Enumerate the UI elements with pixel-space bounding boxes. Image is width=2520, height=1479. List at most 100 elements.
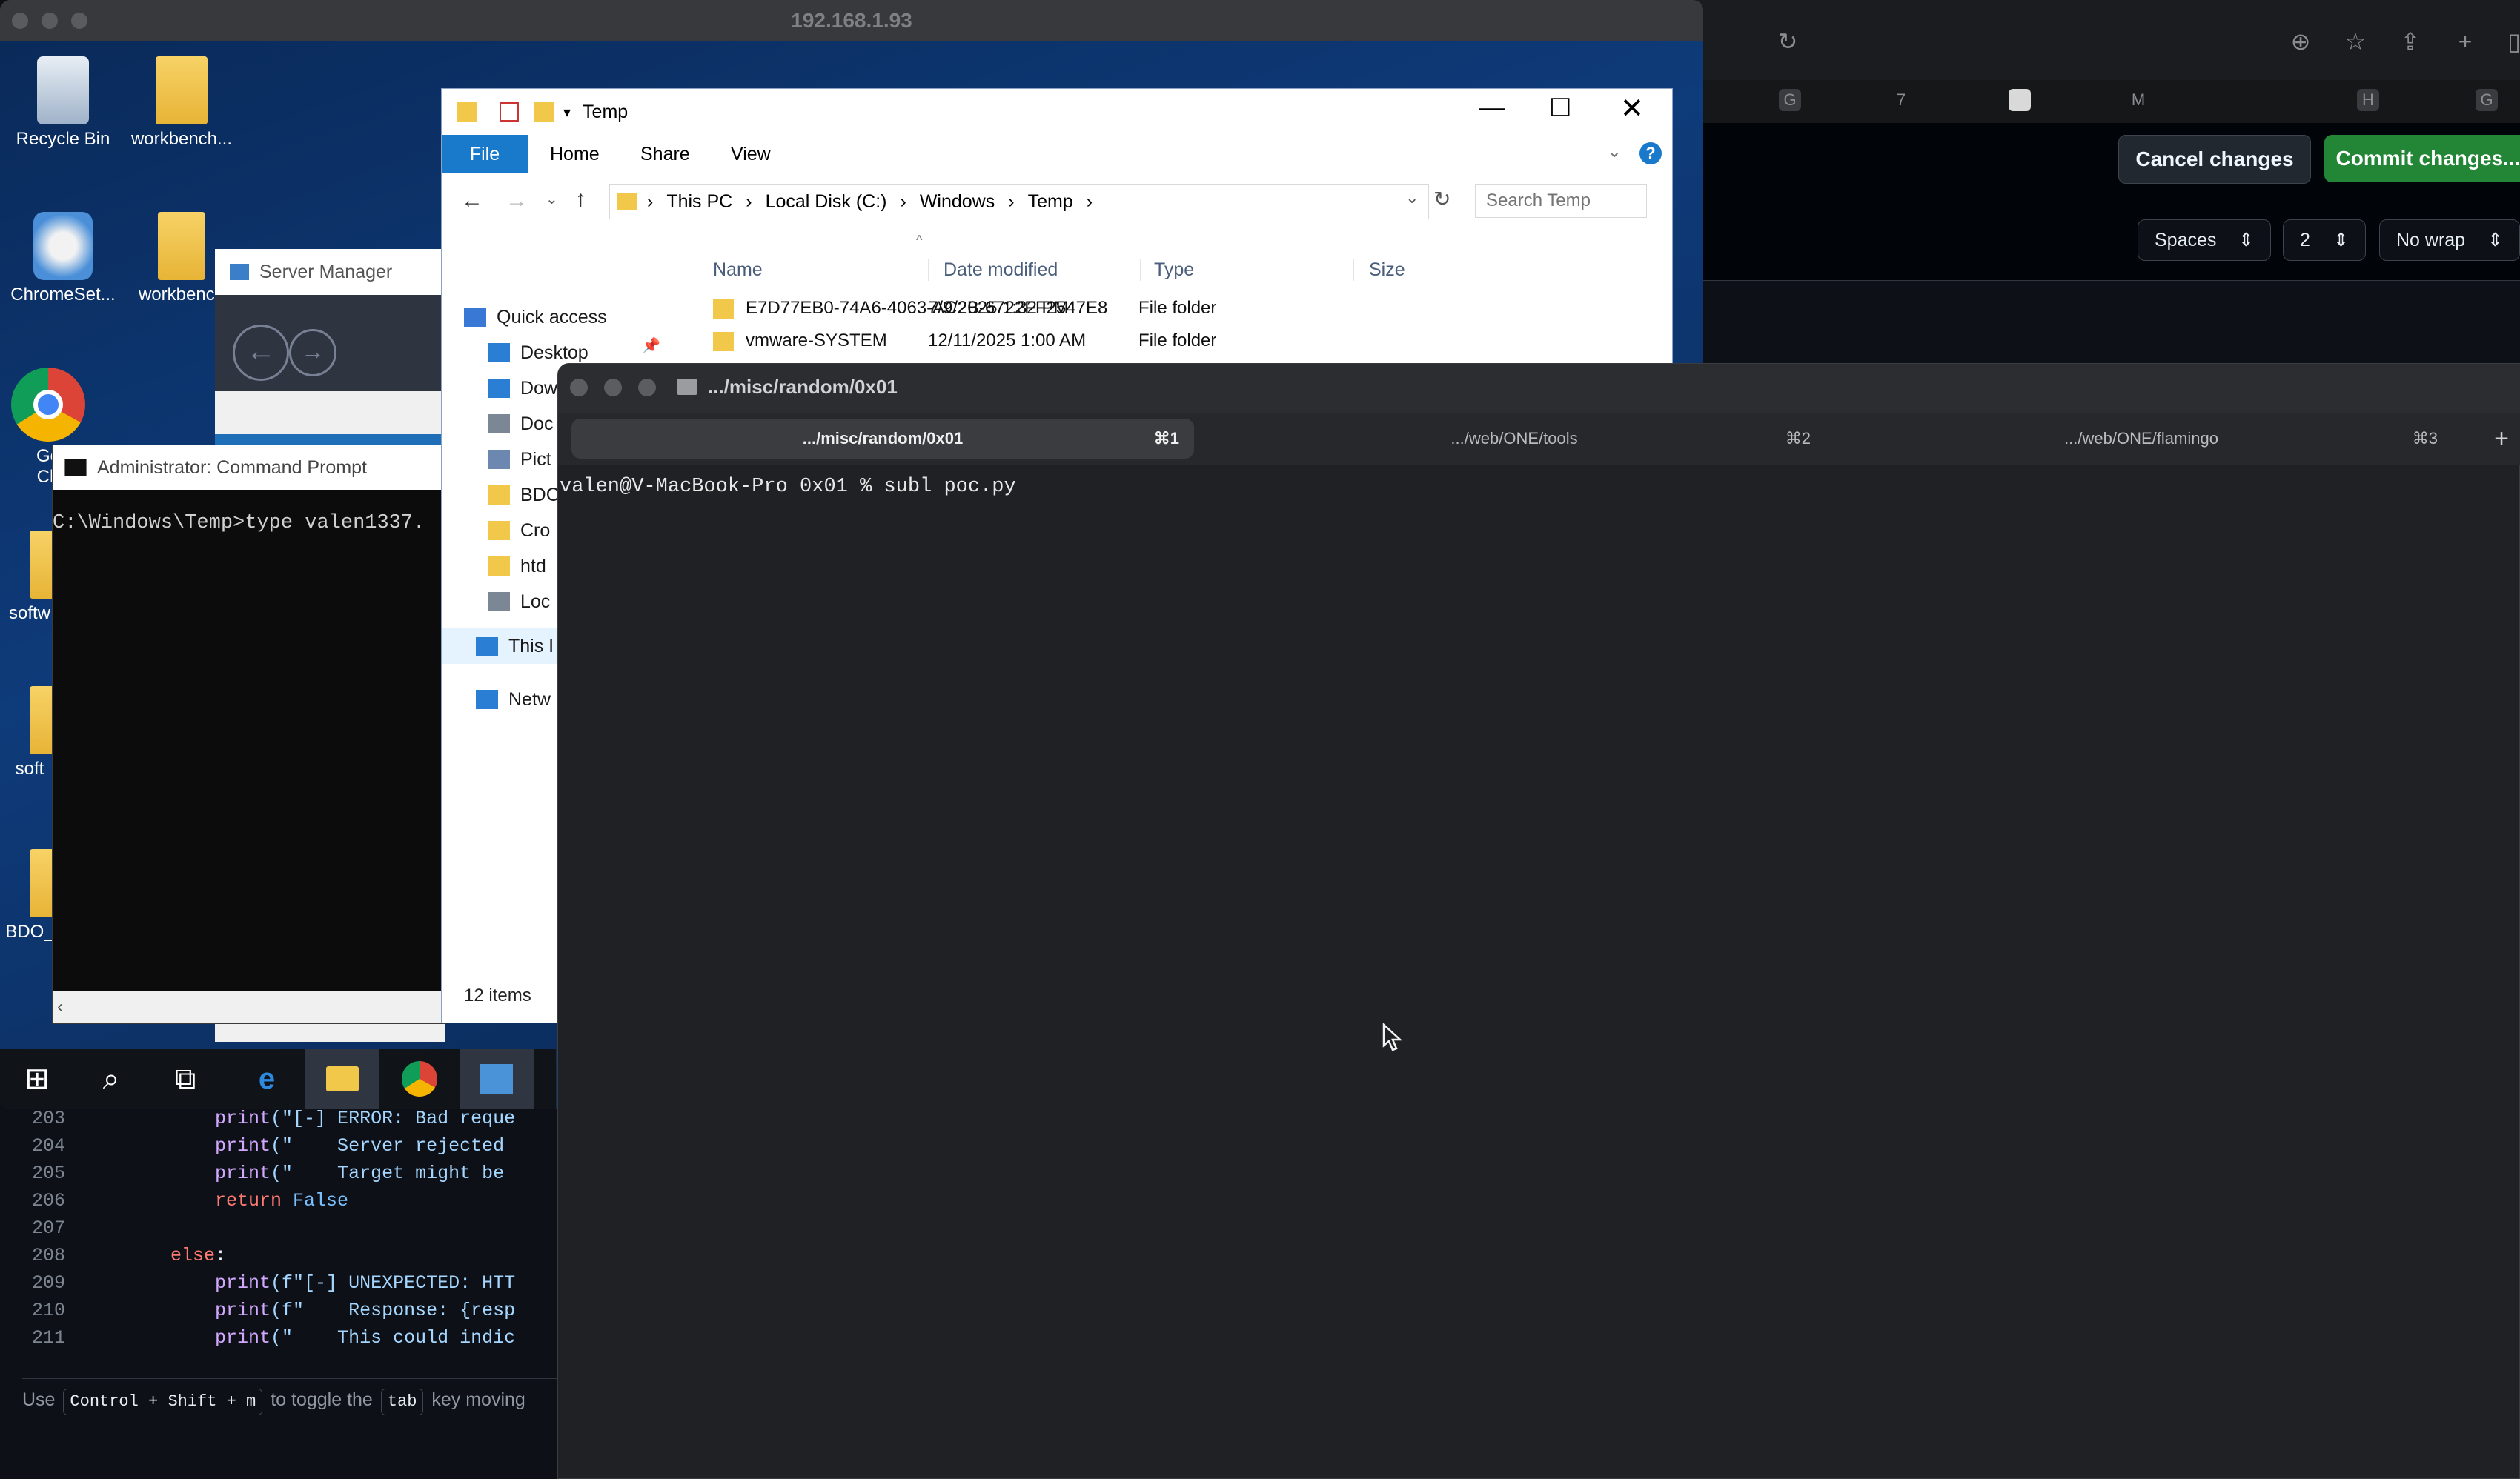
terminal-tab-3[interactable]: .../web/ONE/flamingo ⌘3	[1830, 419, 2453, 459]
desktop-icon	[488, 343, 510, 362]
fullscreen-icon[interactable]	[638, 379, 656, 396]
address-bar[interactable]: › This PC › Local Disk (C:) › Windows › …	[609, 184, 1429, 219]
nav-item[interactable]: htd	[488, 548, 546, 584]
close-icon[interactable]	[12, 13, 28, 29]
nav-item[interactable]: Quick access	[464, 299, 607, 335]
line-number: 203	[31, 1108, 65, 1129]
chrome-taskbar-icon[interactable]	[382, 1049, 457, 1109]
nav-item[interactable]: Cro	[488, 513, 550, 548]
cmd-title-bar: Administrator: Command Prompt	[53, 445, 445, 490]
terminal-prompt-line[interactable]: valen@V-MacBook-Pro 0x01 % subl poc.py	[558, 465, 2487, 509]
minimize-icon[interactable]: —	[1479, 93, 1505, 122]
table-row[interactable]: E7D77EB0-74A6-4063-AC2B-6722FF2547E8 7/9/…	[694, 293, 1672, 326]
column-size[interactable]: Size	[1353, 259, 1405, 281]
nav-item-label: Doc	[520, 413, 554, 434]
star-icon[interactable]: ☆	[2339, 25, 2372, 58]
browser-tab-3[interactable]	[2009, 89, 2031, 111]
nav-item[interactable]: Doc	[488, 406, 553, 442]
close-icon[interactable]	[570, 379, 588, 396]
wrap-mode-select[interactable]: No wrap ⇕	[2379, 219, 2520, 261]
desktop-icon-bdo[interactable]: BDO_	[0, 849, 59, 943]
folder-icon	[488, 485, 510, 505]
recent-locations-icon[interactable]: ⌄	[546, 190, 558, 208]
line-number: 209	[31, 1272, 65, 1294]
windows-start-icon[interactable]: ⊞	[0, 1049, 74, 1109]
terminal-tab-1[interactable]: .../misc/random/0x01 ⌘1	[571, 419, 1194, 459]
forward-arrow-icon[interactable]: →	[289, 329, 336, 376]
breadcrumb-temp[interactable]: Temp	[1028, 191, 1073, 213]
browser-tab-5[interactable]	[2246, 89, 2268, 111]
nav-item[interactable]: Loc	[488, 584, 550, 619]
browser-tab-2[interactable]: 7	[1890, 89, 1912, 111]
desktop-icon-workbench-zip[interactable]: workbench...	[119, 56, 245, 150]
terminal-title: .../misc/random/0x01	[708, 376, 898, 398]
folder-icon	[677, 379, 697, 395]
nav-item[interactable]: BDC	[488, 477, 560, 513]
customize-qat-icon[interactable]: ▾	[563, 103, 571, 122]
table-row[interactable]: vmware-SYSTEM 12/11/2025 1:00 AM File fold…	[694, 326, 1672, 359]
breadcrumb-windows[interactable]: Windows	[920, 191, 995, 213]
browser-tab-4[interactable]: M	[2127, 89, 2149, 111]
close-icon[interactable]: ✕	[1620, 92, 1644, 125]
minimize-icon[interactable]	[42, 13, 58, 29]
server-manager-taskbar-icon[interactable]	[460, 1049, 534, 1109]
column-date-modified[interactable]: Date modified	[928, 259, 1058, 281]
file-explorer-taskbar-icon[interactable]	[305, 1049, 379, 1109]
sidebar-icon[interactable]: ▯	[2498, 25, 2520, 58]
column-name[interactable]: Name	[713, 259, 763, 281]
pin-icon[interactable]: 📌	[642, 336, 660, 355]
task-view-icon[interactable]: ⧉	[148, 1049, 222, 1109]
vm-title-bar: 192.168.1.93	[0, 0, 1703, 41]
code-editor[interactable]: 203 print("[-] ERROR: Bad reque 204 print…	[0, 1104, 563, 1479]
browser-tab-6[interactable]: H	[2357, 89, 2379, 111]
code-line: 207	[0, 1214, 563, 1243]
address-dropdown-icon[interactable]: ⌄	[1405, 188, 1419, 207]
browser-tab-1[interactable]: G	[1779, 89, 1801, 111]
new-tab-icon[interactable]: +	[2449, 25, 2481, 58]
reload-icon[interactable]: ↻	[1771, 25, 1804, 58]
desktop-icon-software-2[interactable]: soft	[0, 686, 59, 780]
desktop-icon-software-1[interactable]: softw	[0, 531, 59, 624]
breadcrumb-local-disk[interactable]: Local Disk (C:)	[766, 191, 887, 213]
terminal-tab-2[interactable]: .../web/ONE/tools ⌘2	[1203, 419, 1826, 459]
commit-changes-button[interactable]: Commit changes...	[2324, 135, 2520, 182]
new-tab-button[interactable]: +	[2487, 420, 2516, 457]
up-arrow-icon[interactable]: ↑	[575, 187, 586, 212]
ribbon-expand-icon[interactable]: ⌄	[1607, 141, 1622, 162]
internet-explorer-icon[interactable]: e	[230, 1049, 304, 1109]
explorer-title-bar: ▾ Temp — ☐ ✕	[442, 89, 1672, 135]
share-icon[interactable]: ⇪	[2394, 25, 2427, 58]
browser-tab-7[interactable]: G	[2476, 89, 2498, 111]
breadcrumb-this-pc[interactable]: This PC	[666, 191, 732, 213]
ribbon-tab-share[interactable]: Share	[640, 144, 690, 165]
indent-size-select[interactable]: 2 ⇕	[2283, 219, 2366, 261]
code-line: 209 print(f"[-] UNEXPECTED: HTT	[0, 1269, 563, 1298]
back-arrow-icon[interactable]: ←	[461, 188, 483, 213]
recycle-bin-icon	[37, 56, 89, 124]
desktop-icon-recycle-bin[interactable]: Recycle Bin	[0, 56, 126, 150]
refresh-icon[interactable]: ↻	[1433, 187, 1450, 211]
ribbon-tab-file[interactable]: File	[442, 135, 528, 173]
cmd-horizontal-scrollbar[interactable]: ‹	[53, 991, 445, 1023]
ribbon-tab-view[interactable]: View	[731, 144, 771, 165]
cancel-changes-button[interactable]: Cancel changes	[2118, 135, 2311, 184]
search-input[interactable]	[1475, 184, 1647, 218]
column-type[interactable]: Type	[1140, 259, 1194, 281]
fullscreen-icon[interactable]	[71, 13, 87, 29]
ribbon-tab-home[interactable]: Home	[550, 144, 600, 165]
nav-item[interactable]: Netw	[476, 682, 551, 717]
indent-mode-select[interactable]: Spaces ⇕	[2138, 219, 2271, 261]
properties-icon[interactable]	[500, 102, 519, 122]
maximize-icon[interactable]: ☐	[1549, 93, 1571, 123]
new-folder-icon[interactable]	[534, 102, 554, 122]
scroll-left-icon[interactable]: ‹	[57, 997, 63, 1017]
download-icon[interactable]: ⊕	[2284, 25, 2317, 58]
forward-arrow-icon[interactable]: →	[505, 188, 528, 213]
back-arrow-icon[interactable]: ←	[233, 325, 289, 381]
search-icon[interactable]: ⌕	[74, 1049, 148, 1109]
minimize-icon[interactable]	[604, 379, 622, 396]
desktop-icon-chrome-setup[interactable]: ChromeSet...	[0, 212, 126, 305]
help-icon[interactable]: ?	[1639, 142, 1662, 164]
cell-date: 7/9/2025 1:32 PM	[928, 298, 1069, 318]
nav-item[interactable]: Pict	[488, 442, 551, 477]
